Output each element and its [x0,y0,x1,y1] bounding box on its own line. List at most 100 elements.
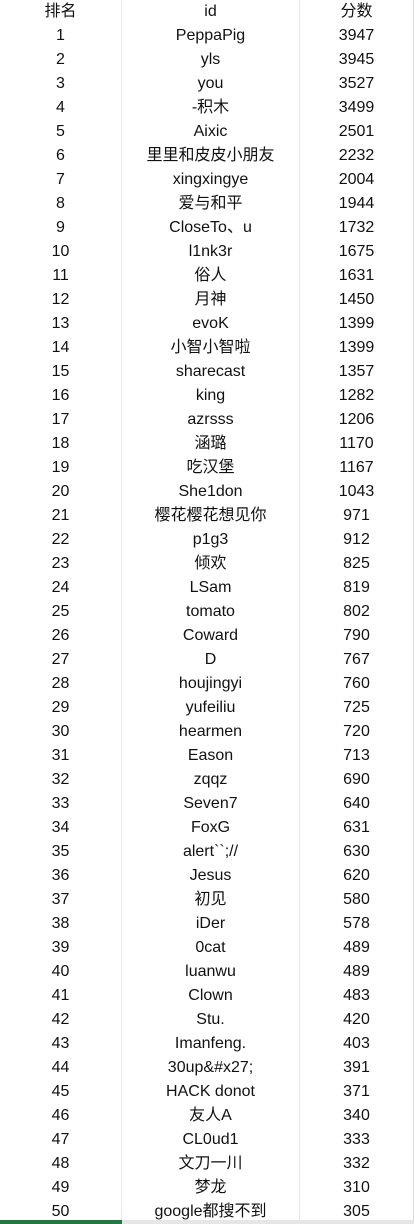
score-cell[interactable]: 1167 [300,456,414,480]
rank-cell[interactable]: 30 [0,720,122,744]
rank-cell[interactable]: 48 [0,1152,122,1176]
id-cell[interactable]: p1g3 [122,528,300,552]
score-cell[interactable]: 1206 [300,408,414,432]
id-cell[interactable]: 倾欢 [122,552,300,576]
score-cell[interactable]: 725 [300,696,414,720]
score-cell[interactable]: 391 [300,1056,414,1080]
score-cell[interactable]: 340 [300,1104,414,1128]
id-cell[interactable]: LSam [122,576,300,600]
score-cell[interactable]: 631 [300,816,414,840]
id-cell[interactable]: azrsss [122,408,300,432]
score-cell[interactable]: 3945 [300,48,414,72]
rank-cell[interactable]: 2 [0,48,122,72]
rank-cell[interactable]: 19 [0,456,122,480]
id-cell[interactable]: Stu. [122,1008,300,1032]
rank-cell[interactable]: 4 [0,96,122,120]
rank-cell[interactable]: 9 [0,216,122,240]
rank-cell[interactable]: 44 [0,1056,122,1080]
id-cell[interactable]: CloseTo、u [122,216,300,240]
score-cell[interactable]: 1450 [300,288,414,312]
score-cell[interactable]: 1399 [300,336,414,360]
id-cell[interactable]: iDer [122,912,300,936]
rank-cell[interactable]: 32 [0,768,122,792]
id-cell[interactable]: 友人A [122,1104,300,1128]
id-cell[interactable]: Aixic [122,120,300,144]
score-cell[interactable]: 3527 [300,72,414,96]
rank-cell[interactable]: 24 [0,576,122,600]
rank-cell[interactable]: 49 [0,1176,122,1200]
rank-cell[interactable]: 16 [0,384,122,408]
rank-cell[interactable]: 45 [0,1080,122,1104]
score-cell[interactable]: 1944 [300,192,414,216]
id-cell[interactable]: Coward [122,624,300,648]
score-cell[interactable]: 1631 [300,264,414,288]
score-cell[interactable]: 489 [300,960,414,984]
rank-cell[interactable]: 28 [0,672,122,696]
score-cell[interactable]: 578 [300,912,414,936]
rank-cell[interactable]: 23 [0,552,122,576]
id-cell[interactable]: zqqz [122,768,300,792]
header-id[interactable]: id [122,0,300,24]
rank-cell[interactable]: 17 [0,408,122,432]
id-cell[interactable]: Seven7 [122,792,300,816]
score-cell[interactable]: 1357 [300,360,414,384]
rank-cell[interactable]: 33 [0,792,122,816]
rank-cell[interactable]: 27 [0,648,122,672]
id-cell[interactable]: sharecast [122,360,300,384]
rank-cell[interactable]: 31 [0,744,122,768]
score-cell[interactable]: 760 [300,672,414,696]
score-cell[interactable]: 1043 [300,480,414,504]
score-cell[interactable]: 1399 [300,312,414,336]
score-cell[interactable]: 640 [300,792,414,816]
id-cell[interactable]: 里里和皮皮小朋友 [122,144,300,168]
rank-cell[interactable]: 10 [0,240,122,264]
rank-cell[interactable]: 37 [0,888,122,912]
id-cell[interactable]: xingxingye [122,168,300,192]
id-cell[interactable]: -积木 [122,96,300,120]
score-cell[interactable]: 2004 [300,168,414,192]
score-cell[interactable]: 971 [300,504,414,528]
rank-cell[interactable]: 46 [0,1104,122,1128]
id-cell[interactable]: Eason [122,744,300,768]
score-cell[interactable]: 825 [300,552,414,576]
score-cell[interactable]: 1675 [300,240,414,264]
id-cell[interactable]: alert``;// [122,840,300,864]
score-cell[interactable]: 332 [300,1152,414,1176]
id-cell[interactable]: Jesus [122,864,300,888]
rank-cell[interactable]: 8 [0,192,122,216]
id-cell[interactable]: you [122,72,300,96]
score-cell[interactable]: 3947 [300,24,414,48]
score-cell[interactable]: 489 [300,936,414,960]
score-cell[interactable]: 1732 [300,216,414,240]
score-cell[interactable]: 333 [300,1128,414,1152]
score-cell[interactable]: 2501 [300,120,414,144]
score-cell[interactable]: 790 [300,624,414,648]
id-cell[interactable]: 初见 [122,888,300,912]
rank-cell[interactable]: 6 [0,144,122,168]
score-cell[interactable]: 620 [300,864,414,888]
score-cell[interactable]: 819 [300,576,414,600]
rank-cell[interactable]: 42 [0,1008,122,1032]
id-cell[interactable]: PeppaPig [122,24,300,48]
score-cell[interactable]: 630 [300,840,414,864]
score-cell[interactable]: 2232 [300,144,414,168]
id-cell[interactable]: yls [122,48,300,72]
id-cell[interactable]: 爱与和平 [122,192,300,216]
score-cell[interactable]: 802 [300,600,414,624]
score-cell[interactable]: 713 [300,744,414,768]
rank-cell[interactable]: 41 [0,984,122,1008]
id-cell[interactable]: D [122,648,300,672]
id-cell[interactable]: Clown [122,984,300,1008]
rank-cell[interactable]: 1 [0,24,122,48]
active-sheet-tab[interactable] [0,1220,122,1224]
rank-cell[interactable]: 5 [0,120,122,144]
id-cell[interactable]: houjingyi [122,672,300,696]
rank-cell[interactable]: 40 [0,960,122,984]
rank-cell[interactable]: 25 [0,600,122,624]
id-cell[interactable]: She1don [122,480,300,504]
rank-cell[interactable]: 14 [0,336,122,360]
score-cell[interactable]: 1170 [300,432,414,456]
header-score[interactable]: 分数 [300,0,414,24]
rank-cell[interactable]: 21 [0,504,122,528]
id-cell[interactable]: 涵璐 [122,432,300,456]
